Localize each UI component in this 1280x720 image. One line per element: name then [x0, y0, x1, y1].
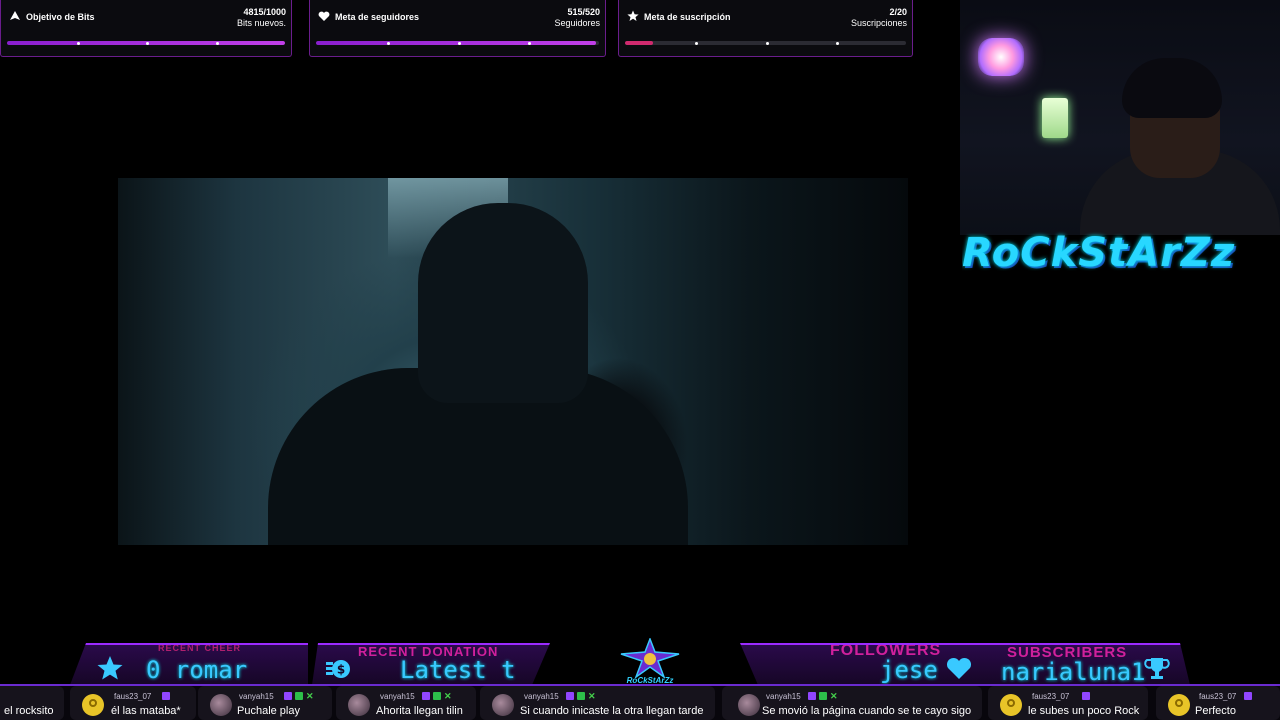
- chat-username: vanyah15: [239, 692, 274, 701]
- avatar: [738, 694, 760, 716]
- avatar: [82, 694, 104, 716]
- chat-text: Puchale play: [237, 705, 300, 717]
- heart-icon: [946, 657, 972, 679]
- chat-text: Ahorita llegan tilin: [376, 705, 463, 717]
- heart-icon: [318, 11, 330, 21]
- star-icon: [97, 656, 123, 680]
- goal-progress-bar: [316, 41, 599, 45]
- badge-icon: ✕: [306, 691, 314, 701]
- goal-count: 4815/1000 Bits nuevos.: [236, 7, 286, 28]
- svg-text:$: $: [337, 663, 345, 677]
- bits-icon: [10, 11, 20, 20]
- chat-message: faus23_07 él las mataba*: [70, 686, 196, 720]
- goal-count: 515/520 Seguidores: [554, 7, 600, 28]
- chat-text: el rocksito: [4, 705, 54, 717]
- chat-message: el rocksito: [0, 686, 64, 720]
- goal-progress-bar: [7, 41, 285, 45]
- chat-text: él las mataba*: [111, 705, 181, 717]
- goal-title: Objetivo de Bits: [26, 12, 95, 22]
- badge-icon: [422, 692, 430, 700]
- goal-title: Meta de seguidores: [335, 12, 420, 22]
- badge-icon: [433, 692, 441, 700]
- followers-panel: FOLLOWERS jese: [740, 643, 980, 685]
- chat-message: vanyah15 ✕ Si cuando inicaste la otra ll…: [480, 686, 715, 720]
- star-icon: [627, 10, 639, 21]
- star-logo-icon: [620, 638, 680, 678]
- badge-icon: [1082, 692, 1090, 700]
- chat-text: le subes un poco Rock: [1028, 705, 1140, 717]
- chat-ticker: el rocksito faus23_07 él las mataba* van…: [0, 686, 1280, 720]
- chat-username: faus23_07: [114, 692, 152, 701]
- badge-icon: [284, 692, 292, 700]
- chat-message: faus23_07 le subes un poco Rock: [988, 686, 1148, 720]
- badge-icon: ✕: [830, 691, 838, 701]
- bits-goal: Objetivo de Bits 4815/1000 Bits nuevos.: [0, 0, 292, 57]
- goal-progress-bar: [625, 41, 906, 45]
- avatar: [492, 694, 514, 716]
- badge-icon: [577, 692, 585, 700]
- followers-value: jese: [880, 656, 938, 684]
- chat-username: faus23_07: [1199, 692, 1237, 701]
- badge-icon: [819, 692, 827, 700]
- chat-text: Se movió la página cuando se te cayo sig…: [762, 705, 972, 717]
- chat-message: vanyah15 ✕ Ahorita llegan tilin: [336, 686, 476, 720]
- badge-icon: [295, 692, 303, 700]
- avatar: [210, 694, 232, 716]
- avatar: [1168, 694, 1190, 716]
- chat-username: vanyah15: [380, 692, 415, 701]
- chat-text: Si cuando inicaste la otra llegan tarde: [520, 705, 704, 717]
- chat-username: faus23_07: [1032, 692, 1070, 701]
- badge-icon: ✕: [588, 691, 596, 701]
- badge-icon: [566, 692, 574, 700]
- recent-cheer-label: RECENT CHEER: [158, 643, 242, 653]
- center-logo: RoCkStArZz: [590, 632, 710, 687]
- coins-icon: $: [324, 654, 352, 682]
- streamer-logo: RoCkStArZz: [962, 230, 1236, 276]
- avatar: [1000, 694, 1022, 716]
- badge-icon: [1244, 692, 1252, 700]
- recent-cheer-panel: RECENT CHEER 0 romar: [70, 643, 308, 685]
- chat-username: vanyah15: [766, 692, 801, 701]
- recent-donation-panel: RECENT DONATION $ Latest t: [312, 643, 550, 685]
- subscription-goal: Meta de suscripción 2/20 Suscripciones: [618, 0, 913, 57]
- chat-message: vanyah15 ✕ Puchale play: [198, 686, 332, 720]
- badge-icon: [808, 692, 816, 700]
- avatar: [348, 694, 370, 716]
- badge-icon: ✕: [444, 691, 452, 701]
- chat-message: faus23_07 Perfecto: [1156, 686, 1280, 720]
- recent-cheer-value: 0 romar: [146, 656, 248, 684]
- chat-username: vanyah15: [524, 692, 559, 701]
- goal-title: Meta de suscripción: [644, 12, 731, 22]
- chat-text: Perfecto: [1195, 705, 1236, 717]
- badge-icon: [162, 692, 170, 700]
- subscribers-value: narialuna1: [1001, 658, 1146, 685]
- recent-donation-value: Latest t: [400, 656, 516, 684]
- webcam-feed: [960, 0, 1280, 235]
- chat-message: vanyah15 ✕ Se movió la página cuando se …: [722, 686, 982, 720]
- goal-count: 2/20 Suscripciones: [850, 7, 907, 28]
- follower-goal: Meta de seguidores 515/520 Seguidores: [309, 0, 606, 57]
- trophy-icon: [1143, 654, 1171, 682]
- video-player[interactable]: [118, 178, 908, 545]
- subscribers-panel: SUBSCRIBERS narialuna1: [975, 643, 1190, 685]
